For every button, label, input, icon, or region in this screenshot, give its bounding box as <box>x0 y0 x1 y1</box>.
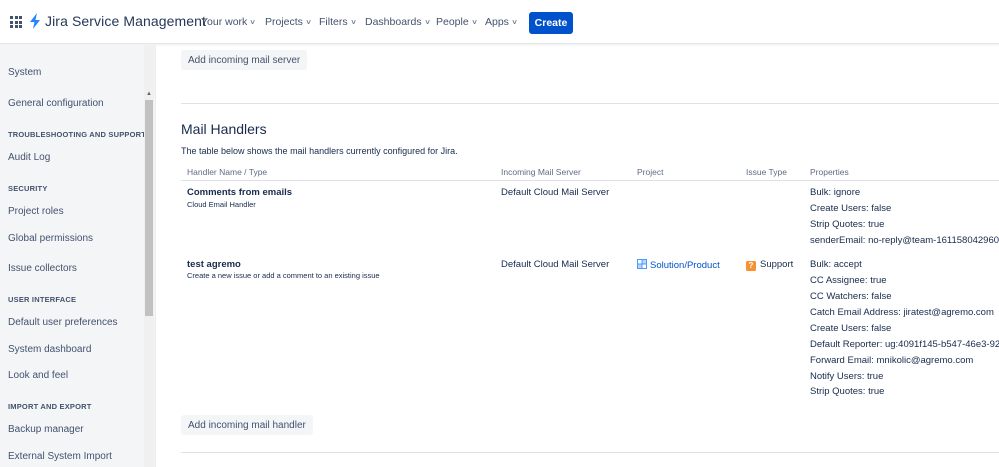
property: CC Watchers: false <box>810 291 892 302</box>
nav-filters-label: Filters <box>319 16 348 28</box>
add-incoming-mail-server-button[interactable]: Add incoming mail server <box>181 50 308 70</box>
section-description: The table below shows the mail handlers … <box>181 146 458 156</box>
property: Strip Quotes: true <box>810 219 885 230</box>
nav-your-work-label: Your work <box>201 16 248 28</box>
sidebar-heading-troubleshooting: TROUBLESHOOTING AND SUPPORT <box>8 130 147 139</box>
nav-people-label: People <box>436 16 469 28</box>
column-header-handler-name: Handler Name / Type <box>187 167 268 177</box>
sidebar-item-issue-collectors[interactable]: Issue collectors <box>8 263 77 274</box>
scrollbar-thumb[interactable] <box>145 100 153 316</box>
app-switcher-icon[interactable] <box>10 16 22 28</box>
sidebar-heading-user-interface: USER INTERFACE <box>8 295 77 304</box>
chevron-down-icon: ∨ <box>423 19 431 26</box>
nav-filters[interactable]: Filters ∨ <box>319 16 356 28</box>
handler-type: Create a new issue or add a comment to a… <box>187 271 380 280</box>
sidebar-item-default-user-preferences[interactable]: Default user preferences <box>8 317 118 328</box>
incoming-mail-server: Default Cloud Mail Server <box>501 259 610 270</box>
add-incoming-mail-handler-button[interactable]: Add incoming mail handler <box>181 415 313 435</box>
chevron-down-icon: ∨ <box>249 19 257 26</box>
project-name[interactable]: Solution/Product <box>650 260 720 271</box>
create-button[interactable]: Create <box>529 12 573 34</box>
chevron-down-icon: ∨ <box>305 19 312 26</box>
property: Create Users: false <box>810 203 892 214</box>
property: Bulk: ignore <box>810 187 861 198</box>
issue-type: ? Support <box>746 259 793 271</box>
nav-apps[interactable]: Apps ∨ <box>485 16 518 28</box>
sidebar-item-project-roles[interactable]: Project roles <box>8 206 64 217</box>
sidebar-item-audit-log[interactable]: Audit Log <box>8 152 50 163</box>
column-header-project: Project <box>637 167 664 177</box>
sidebar-item-backup-manager[interactable]: Backup manager <box>8 424 84 435</box>
property: Bulk: accept <box>810 259 862 270</box>
chevron-down-icon: ∨ <box>349 19 357 26</box>
jira-service-management-logo-icon <box>30 13 40 29</box>
scroll-up-icon[interactable]: ▲ <box>145 91 153 99</box>
section-divider <box>181 452 999 453</box>
table-header-divider <box>181 180 999 181</box>
top-navigation: Jira Service Management Your work ∨ Proje… <box>0 0 999 44</box>
property: Catch Email Address: jiratest@agremo.com <box>810 307 994 318</box>
nav-people[interactable]: People ∨ <box>436 16 478 28</box>
nav-dashboards[interactable]: Dashboards ∨ <box>365 16 431 28</box>
sidebar-item-system-dashboard[interactable]: System dashboard <box>8 344 91 355</box>
issue-type-label: Support <box>760 259 794 270</box>
project-avatar-icon <box>637 259 647 269</box>
project-link[interactable]: Solution/Product <box>637 259 720 271</box>
chevron-down-icon: ∨ <box>511 19 518 26</box>
property: senderEmail: no-reply@team-1611580429600… <box>810 235 999 246</box>
nav-projects[interactable]: Projects ∨ <box>265 16 312 28</box>
handler-type: Cloud Email Handler <box>187 200 256 209</box>
sidebar-heading-security: SECURITY <box>8 184 48 193</box>
column-header-properties: Properties <box>810 167 849 177</box>
property: Notify Users: true <box>810 371 884 382</box>
nav-dashboards-label: Dashboards <box>365 16 422 28</box>
sidebar-item-look-and-feel[interactable]: Look and feel <box>8 370 68 381</box>
section-divider <box>181 103 999 104</box>
column-header-issue-type: Issue Type <box>746 167 787 177</box>
sidebar-scrollbar[interactable]: ▲ <box>144 45 154 467</box>
property: Strip Quotes: true <box>810 386 885 397</box>
nav-apps-label: Apps <box>485 16 509 28</box>
handler-name: test agremo <box>187 259 241 270</box>
handler-name: Comments from emails <box>187 187 293 198</box>
incoming-mail-server: Default Cloud Mail Server <box>501 187 610 198</box>
property: CC Assignee: true <box>810 275 887 286</box>
property: Create Users: false <box>810 323 892 334</box>
column-header-incoming-mail-server: Incoming Mail Server <box>501 167 581 177</box>
page-title: Mail Handlers <box>181 121 267 137</box>
nav-projects-label: Projects <box>265 16 303 28</box>
question-icon: ? <box>746 261 756 271</box>
sidebar-item-general-configuration[interactable]: General configuration <box>8 98 104 109</box>
property: Forward Email: mnikolic@agremo.com <box>810 355 974 366</box>
sidebar-heading-import-export: IMPORT AND EXPORT <box>8 402 92 411</box>
sidebar-title: System <box>8 67 42 78</box>
property: Default Reporter: ug:4091f145-b547-46e3-… <box>810 339 999 350</box>
product-logo[interactable]: Jira Service Management <box>28 13 206 29</box>
sidebar-item-global-permissions[interactable]: Global permissions <box>8 233 93 244</box>
chevron-down-icon: ∨ <box>470 19 478 26</box>
product-name: Jira Service Management <box>45 13 207 29</box>
nav-your-work[interactable]: Your work ∨ <box>201 16 257 28</box>
sidebar-item-external-system-import[interactable]: External System Import <box>8 451 112 462</box>
